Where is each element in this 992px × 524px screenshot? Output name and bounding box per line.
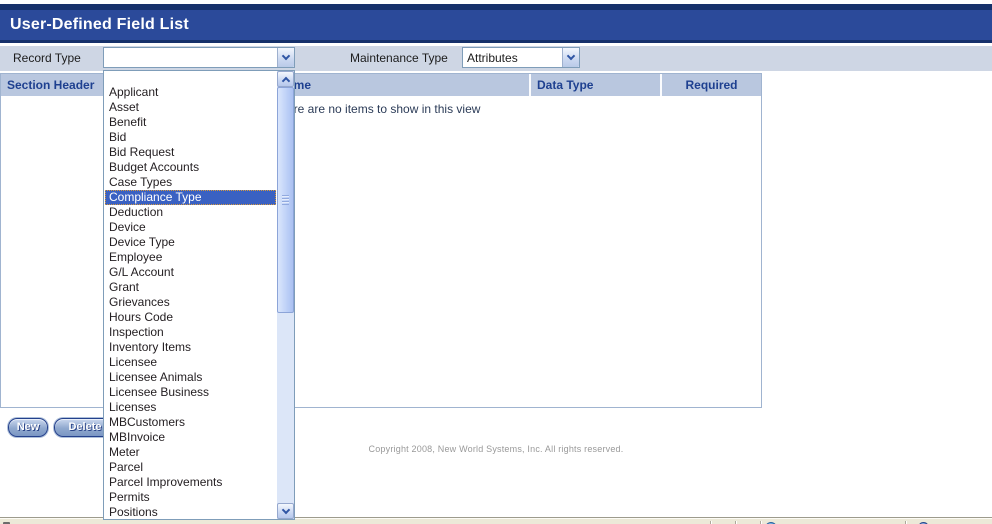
- dropdown-item[interactable]: Asset: [105, 100, 276, 115]
- dropdown-item[interactable]: MBCustomers: [105, 415, 276, 430]
- dropdown-item[interactable]: Device: [105, 220, 276, 235]
- dropdown-item[interactable]: Benefit: [105, 115, 276, 130]
- chevron-down-icon: [281, 505, 290, 514]
- chevron-down-icon: [281, 51, 291, 61]
- dropdown-item[interactable]: Licensee Business: [105, 385, 276, 400]
- dropdown-item[interactable]: Licensee: [105, 355, 276, 370]
- dropdown-item[interactable]: Permits: [105, 490, 276, 505]
- dropdown-item[interactable]: Bid Request: [105, 145, 276, 160]
- dropdown-item[interactable]: G/L Account: [105, 265, 276, 280]
- dropdown-item[interactable]: Meter: [105, 445, 276, 460]
- dropdown-item[interactable]: Deduction: [105, 205, 276, 220]
- dropdown-item[interactable]: MBInvoice: [105, 430, 276, 445]
- new-button[interactable]: New: [8, 418, 48, 437]
- scrollbar-grip-icon: [282, 195, 289, 205]
- dropdown-item[interactable]: Licenses: [105, 400, 276, 415]
- maintenance-type-label: Maintenance Type: [350, 51, 448, 65]
- dropdown-item[interactable]: Positions: [105, 505, 276, 520]
- scroll-up-button[interactable]: [277, 71, 294, 87]
- dropdown-items-container: Applicant Asset Benefit Bid Bid Request Budge…: [105, 85, 276, 520]
- app-window: User-Defined Field List Record Type Main…: [0, 0, 992, 524]
- record-type-dropdown-button[interactable]: [277, 48, 294, 67]
- dropdown-item[interactable]: Budget Accounts: [105, 160, 276, 175]
- dropdown-item[interactable]: Parcel: [105, 460, 276, 475]
- banner-bottom-stripe: [0, 40, 992, 43]
- dropdown-item[interactable]: Grievances: [105, 295, 276, 310]
- dropdown-item[interactable]: Bid: [105, 130, 276, 145]
- scroll-down-button[interactable]: [277, 503, 294, 519]
- record-type-listbox[interactable]: Applicant Asset Benefit Bid Bid Request Budge…: [103, 70, 295, 520]
- column-header-required[interactable]: Required: [662, 74, 761, 96]
- maintenance-type-dropdown-button[interactable]: [562, 48, 579, 67]
- chevron-up-icon: [281, 76, 290, 85]
- page-title: User-Defined Field List: [10, 16, 189, 33]
- dropdown-item[interactable]: Case Types: [105, 175, 276, 190]
- dropdown-item[interactable]: Inventory Items: [105, 340, 276, 355]
- scrollbar-thumb[interactable]: [277, 87, 294, 313]
- dropdown-item[interactable]: Device Type: [105, 235, 276, 250]
- dropdown-item[interactable]: Applicant: [105, 85, 276, 100]
- empty-list-message: There are no items to show in this view: [273, 102, 481, 116]
- dropdown-item[interactable]: Employee: [105, 250, 276, 265]
- dropdown-item[interactable]: Inspection: [105, 325, 276, 340]
- dropdown-item[interactable]: Licensee Animals: [105, 370, 276, 385]
- dropdown-scrollbar[interactable]: [277, 71, 294, 519]
- dropdown-item[interactable]: Parcel Improvements: [105, 475, 276, 490]
- maintenance-type-combobox[interactable]: Attributes: [462, 47, 580, 68]
- maintenance-type-value: Attributes: [467, 51, 518, 65]
- chevron-down-icon: [566, 51, 576, 61]
- dropdown-item[interactable]: Grant: [105, 280, 276, 295]
- dropdown-item[interactable]: Hours Code: [105, 310, 276, 325]
- column-header-data-type[interactable]: Data Type: [531, 74, 662, 96]
- record-type-label: Record Type: [13, 51, 81, 65]
- dropdown-item[interactable]: Compliance Type: [105, 190, 276, 205]
- record-type-combobox[interactable]: [103, 47, 295, 68]
- page-header: User-Defined Field List: [0, 10, 992, 40]
